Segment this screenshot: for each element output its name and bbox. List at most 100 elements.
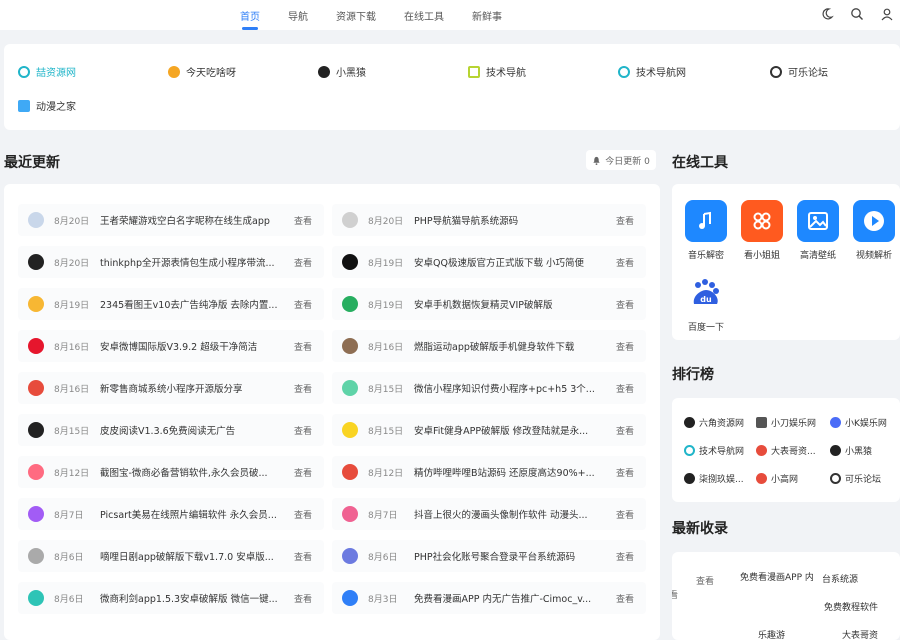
view-button[interactable]: 查看 (294, 340, 312, 353)
row-title[interactable]: 微商利剑app1.5.3安卓破解版 微信一键... (100, 591, 280, 605)
recent-row[interactable]: 8月19日 2345看图王v10去广告纯净版 去除内置... 查看 (18, 288, 324, 320)
view-button[interactable]: 查看 (294, 256, 312, 269)
tool-music-decrypt[interactable]: 音乐解密 (678, 200, 734, 261)
latest-item[interactable]: 免费看漫画APP 内 (740, 570, 814, 583)
link-item-anime[interactable]: 动漫之家 (18, 98, 76, 113)
search-icon[interactable] (850, 7, 864, 21)
nav-news[interactable]: 新鲜事 (458, 0, 516, 30)
row-title[interactable]: 燃脂运动app破解版手机健身软件下载 (414, 339, 602, 353)
nav-online-tools[interactable]: 在线工具 (390, 0, 458, 30)
rank-item[interactable]: 小高网 (756, 472, 798, 485)
latest-item[interactable]: 台系统源 (822, 572, 858, 585)
view-button[interactable]: 查看 (616, 214, 634, 227)
rank-item[interactable]: 小黑猿 (830, 444, 872, 457)
view-link[interactable]: 查看 (696, 574, 714, 587)
recent-row[interactable]: 8月12日 截图宝-微商必备营销软件,永久会员破... 查看 (18, 456, 324, 488)
link-item-tech-nav[interactable]: 技术导航 (468, 64, 526, 79)
row-title[interactable]: 安卓Fit健身APP破解版 修改登陆就是永... (414, 423, 602, 437)
view-button[interactable]: 查看 (294, 466, 312, 479)
rank-item[interactable]: 六角资源网 (684, 416, 744, 429)
row-title[interactable]: 安卓QQ极速版官方正式版下载 小巧简便 (414, 255, 602, 269)
view-button[interactable]: 查看 (294, 214, 312, 227)
recent-row[interactable]: 8月6日 嘀哩日剧app破解版下载v1.7.0 安卓版... 查看 (18, 540, 324, 572)
row-title[interactable]: 微信小程序知识付费小程序+pc+h5 3个... (414, 381, 602, 395)
view-button[interactable]: 查看 (616, 298, 634, 311)
link-item-tech-nav-site[interactable]: 技术导航网 (618, 64, 686, 79)
view-button[interactable]: 查看 (616, 382, 634, 395)
row-title[interactable]: PHP社会化账号聚合登录平台系统源码 (414, 549, 602, 563)
row-title[interactable]: PHP导航猫导航系统源码 (414, 213, 602, 227)
row-title[interactable]: 新零售商城系统小程序开源版分享 (100, 381, 280, 395)
row-title[interactable]: 皮皮阅读V1.3.6免费阅读无广告 (100, 423, 280, 437)
latest-item[interactable]: 大表哥资 (842, 628, 878, 640)
tools-panel: 音乐解密 看小姐姐 高清壁纸 视频解析 du 百度一下 (672, 184, 900, 340)
recent-row[interactable]: 8月7日 抖音上很火的漫画头像制作软件 动漫头... 查看 (332, 498, 646, 530)
view-button[interactable]: 查看 (294, 298, 312, 311)
row-title[interactable]: 免费看漫画APP 内无广告推广-Cimoc_v... (414, 591, 602, 605)
rank-item[interactable]: 大表哥资... (756, 444, 816, 457)
recent-row[interactable]: 8月15日 微信小程序知识付费小程序+pc+h5 3个... 查看 (332, 372, 646, 404)
recent-row[interactable]: 8月20日 PHP导航猫导航系统源码 查看 (332, 204, 646, 236)
view-button[interactable]: 查看 (616, 508, 634, 521)
row-title[interactable]: 王者荣耀游戏空白名字昵称在线生成app (100, 213, 280, 227)
row-title[interactable]: 嘀哩日剧app破解版下载v1.7.0 安卓版... (100, 549, 280, 563)
row-title[interactable]: 2345看图王v10去广告纯净版 去除内置... (100, 297, 280, 311)
view-button[interactable]: 查看 (616, 550, 634, 563)
view-button[interactable]: 查看 (616, 466, 634, 479)
view-button[interactable]: 查看 (294, 424, 312, 437)
rank-item[interactable]: 小刀娱乐网 (756, 416, 816, 429)
row-title[interactable]: 精仿哔哩哔哩B站源码 还原度高达90%+... (414, 465, 602, 479)
recent-row[interactable]: 8月12日 精仿哔哩哔哩B站源码 还原度高达90%+... 查看 (332, 456, 646, 488)
recent-row[interactable]: 8月19日 安卓QQ极速版官方正式版下载 小巧简便 查看 (332, 246, 646, 278)
nav-navigation[interactable]: 导航 (274, 0, 322, 30)
recent-row[interactable]: 8月16日 新零售商城系统小程序开源版分享 查看 (18, 372, 324, 404)
recent-row[interactable]: 8月6日 PHP社会化账号聚合登录平台系统源码 查看 (332, 540, 646, 572)
view-button[interactable]: 查看 (294, 382, 312, 395)
recent-row[interactable]: 8月16日 安卓微博国际版V3.9.2 超级干净简洁 查看 (18, 330, 324, 362)
view-button[interactable]: 查看 (294, 508, 312, 521)
tool-wallpaper[interactable]: 高清壁纸 (790, 200, 846, 261)
tool-girls[interactable]: 看小姐姐 (734, 200, 790, 261)
link-item-kele[interactable]: 可乐论坛 (770, 64, 828, 79)
user-icon[interactable] (880, 7, 894, 21)
today-update-badge[interactable]: 今日更新 0 (586, 150, 656, 170)
recent-row[interactable]: 8月16日 燃脂运动app破解版手机健身软件下载 查看 (332, 330, 646, 362)
recent-row[interactable]: 8月7日 Picsart美易在线照片编辑软件 永久会员... 查看 (18, 498, 324, 530)
row-title[interactable]: 安卓微博国际版V3.9.2 超级干净简洁 (100, 339, 280, 353)
row-title[interactable]: thinkphp全开源表情包生成小程序带流... (100, 255, 280, 269)
rank-item[interactable]: 柒捌玖娱... (684, 472, 744, 485)
link-item-zhe[interactable]: 喆资源网 (18, 64, 76, 79)
row-title[interactable]: Picsart美易在线照片编辑软件 永久会员... (100, 507, 280, 521)
recent-row[interactable]: 8月20日 thinkphp全开源表情包生成小程序带流... 查看 (18, 246, 324, 278)
recent-row[interactable]: 8月6日 微商利剑app1.5.3安卓破解版 微信一键... 查看 (18, 582, 324, 614)
link-item-food[interactable]: 今天吃啥呀 (168, 64, 236, 79)
rank-item[interactable]: 可乐论坛 (830, 472, 881, 485)
recent-row[interactable]: 8月19日 安卓手机数据恢复精灵VIP破解版 查看 (332, 288, 646, 320)
link-item-monkey[interactable]: 小黑猿 (318, 64, 366, 79)
row-title[interactable]: 抖音上很火的漫画头像制作软件 动漫头... (414, 507, 602, 521)
rank-item[interactable]: 技术导航网 (684, 444, 744, 457)
row-date: 8月19日 (368, 300, 404, 311)
tool-baidu[interactable]: du 百度一下 (678, 272, 734, 333)
view-button[interactable]: 查看 (294, 592, 312, 605)
recent-row[interactable]: 8月15日 安卓Fit健身APP破解版 修改登陆就是永... 查看 (332, 414, 646, 446)
recent-row[interactable]: 8月15日 皮皮阅读V1.3.6免费阅读无广告 查看 (18, 414, 324, 446)
rank-item[interactable]: 小K娱乐网 (830, 416, 887, 429)
row-title[interactable]: 安卓手机数据恢复精灵VIP破解版 (414, 297, 602, 311)
moon-icon[interactable] (820, 7, 834, 21)
latest-item[interactable]: 乐趣游 (758, 628, 785, 640)
view-button[interactable]: 查看 (616, 340, 634, 353)
row-title[interactable]: 截图宝-微商必备营销软件,永久会员破... (100, 465, 280, 479)
nav-downloads[interactable]: 资源下载 (322, 0, 390, 30)
tool-video-parse[interactable]: 视频解析 (846, 200, 900, 261)
view-button[interactable]: 查看 (616, 424, 634, 437)
view-button[interactable]: 查看 (294, 550, 312, 563)
recent-row[interactable]: 8月20日 王者荣耀游戏空白名字昵称在线生成app 查看 (18, 204, 324, 236)
nav-home[interactable]: 首页 (240, 0, 274, 30)
view-button[interactable]: 查看 (616, 256, 634, 269)
flower-icon (741, 200, 783, 242)
recent-row[interactable]: 8月3日 免费看漫画APP 内无广告推广-Cimoc_v... 查看 (332, 582, 646, 614)
latest-item[interactable]: 免费教程软件 (824, 600, 878, 613)
view-link[interactable]: 查看 (672, 588, 678, 601)
view-button[interactable]: 查看 (616, 592, 634, 605)
